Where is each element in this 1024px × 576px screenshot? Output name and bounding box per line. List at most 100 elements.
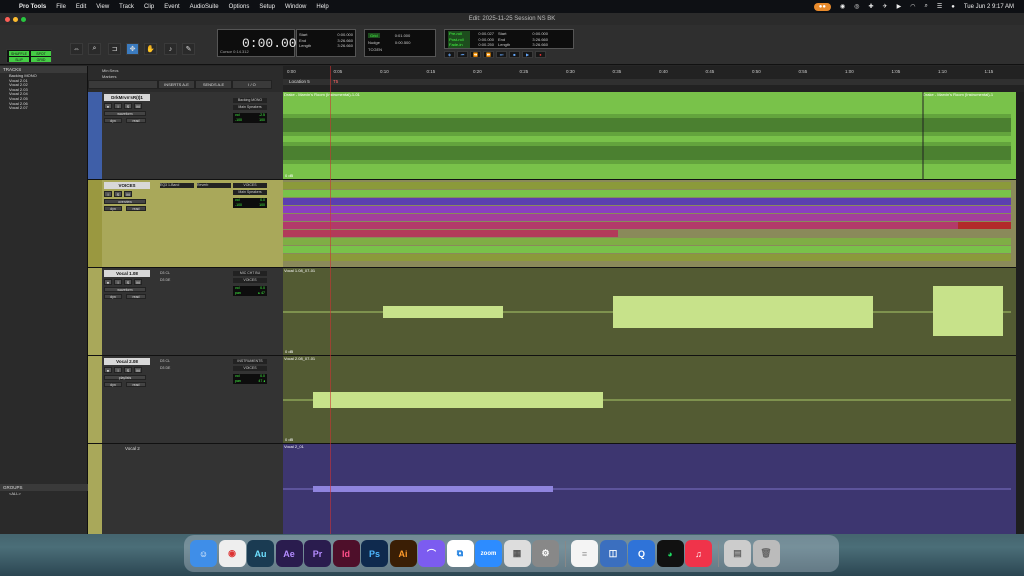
insert-slot[interactable]: D3 CL (160, 271, 194, 276)
slip-mode-button[interactable]: SLIP (9, 57, 29, 62)
input-selector[interactable]: INSTRUMENTS (233, 359, 267, 364)
tracks-panel-header[interactable]: TRACKS (0, 66, 87, 73)
play-icon[interactable]: ▶ (522, 51, 533, 58)
insert-slot[interactable]: D3 DE (160, 366, 194, 371)
pre-post-roll-display[interactable]: Pre-roll 0:00.027 Start 0:00.000 Post-roll 0… (444, 29, 574, 49)
selector-tool-icon[interactable]: ✥ (126, 43, 139, 55)
record-enable-button[interactable]: ● (104, 279, 112, 285)
track-name[interactable]: VOICES (104, 182, 150, 189)
launchpad-icon[interactable]: ▦ (503, 540, 531, 567)
record-icon[interactable]: ● (535, 51, 546, 58)
input-monitor-button[interactable]: I (114, 367, 122, 373)
grid-value[interactable]: 0:01.000 (395, 33, 411, 38)
vscode-icon[interactable]: ⧉ (446, 540, 474, 567)
volume-pan-display[interactable]: vol 0.0 pan 47 ◂ (233, 374, 267, 384)
menubar-clock[interactable]: Tue Jun 2 9:17 AM (964, 4, 1014, 10)
track-name[interactable]: Vocal 2 (125, 446, 140, 451)
pan-value[interactable]: ▸ 47 (258, 291, 265, 296)
online-icon[interactable]: ◈ (444, 51, 455, 58)
sends-column-header[interactable]: SENDS A-E (195, 80, 232, 89)
solo-button[interactable]: S (124, 279, 132, 285)
scrubber-tool-icon[interactable]: ♪ (164, 43, 177, 55)
input-monitor-button[interactable]: I (114, 279, 122, 285)
dyn-selector[interactable]: dyn (104, 382, 122, 387)
menu-clip[interactable]: Clip (144, 4, 154, 10)
status-icon[interactable]: ▶ (897, 3, 902, 10)
grabber-tool-icon[interactable]: ✋ (144, 43, 157, 55)
shuffle-mode-button[interactable]: SHUFFLE (9, 51, 29, 56)
status-icon[interactable]: ✈ (883, 3, 888, 10)
input-selector[interactable]: Backing MONO (233, 98, 267, 103)
menu-track[interactable]: Track (119, 4, 134, 10)
menu-window[interactable]: Window (285, 4, 306, 10)
status-icon[interactable]: ◎ (854, 3, 859, 10)
automation-mode-selector[interactable]: read (126, 206, 146, 211)
zoom-icon[interactable]: zoom (475, 540, 502, 567)
fadein-value[interactable]: 0:00.250 (470, 42, 498, 48)
length-value[interactable]: 3:26.660 (337, 43, 353, 49)
illustrator-icon[interactable]: Ai (389, 540, 417, 567)
track-name[interactable]: DrkMrvn'sR(I)1 (104, 94, 150, 101)
solo-button[interactable]: S (124, 367, 132, 373)
selection-display[interactable]: Start 0:00.000 End 3:26.660 Length 3:26.660 (296, 29, 356, 57)
main-counter[interactable]: 0:00.000 Cursor 0:14.312 (217, 29, 304, 57)
menu-options[interactable]: Options (229, 4, 250, 10)
grid-mode-button[interactable]: GRID (31, 57, 51, 62)
pan-left-value[interactable]: -100 (235, 118, 242, 123)
automation-mode-selector[interactable]: read (126, 294, 146, 299)
track-view-selector[interactable]: overview (104, 199, 146, 204)
end-icon[interactable]: ⏭ (496, 51, 507, 58)
audio-clip-vocal-208[interactable]: Vocal 2.08_07-01 0 dB (283, 356, 1024, 443)
playhead-cursor[interactable] (330, 66, 331, 534)
audio-clip-vocal-108[interactable]: Vocal 1.08_07-01 0 dB (283, 268, 1024, 355)
grid-nudge-display[interactable]: Grid 0:01.000 Nudge 0:00.500 TCGEN (364, 29, 436, 57)
music-icon[interactable]: ♫ (685, 540, 712, 567)
marker-ruler[interactable]: Location 5 T5 (283, 79, 1024, 85)
document-icon[interactable]: ▤ (724, 540, 751, 567)
menu-view[interactable]: View (96, 4, 109, 10)
preview-icon[interactable]: ◫ (599, 540, 627, 567)
stop-icon[interactable]: ■ (509, 51, 520, 58)
menu-event[interactable]: Event (164, 4, 179, 10)
input-selector[interactable]: VOICES (233, 183, 267, 188)
search-icon[interactable]: ⌕ (924, 3, 927, 10)
insert-slot[interactable]: D3 CL (160, 359, 194, 364)
audition-icon[interactable]: Au (247, 540, 274, 567)
spotify-icon[interactable]: ◕ (656, 540, 684, 567)
output-selector[interactable]: VOICES (233, 366, 267, 371)
after-effects-icon[interactable]: Ae (275, 540, 303, 567)
solo-button[interactable]: S (124, 103, 132, 109)
volume-pan-display[interactable]: vol 0.0 -100 100 (233, 198, 267, 208)
mute-button[interactable]: M (134, 279, 142, 285)
pan-left-value[interactable]: -100 (235, 203, 242, 208)
nudge-value[interactable]: 0:00.500 (395, 40, 411, 45)
pencil-tool-icon[interactable]: ✎ (182, 43, 195, 55)
menu-help[interactable]: Help (316, 4, 328, 10)
volume-pan-display[interactable]: vol -2.5 -100 100 (233, 113, 267, 123)
input-monitor-button[interactable]: I (104, 191, 112, 197)
insert-slot[interactable]: EQ3 1-Band (160, 183, 194, 188)
menu-setup[interactable]: Setup (259, 4, 275, 10)
vertical-scrollbar[interactable] (1016, 92, 1024, 534)
automation-mode-selector[interactable]: read (126, 118, 146, 123)
record-enable-button[interactable]: ● (104, 103, 112, 109)
track-view-selector[interactable]: waveform (104, 111, 146, 116)
pan-value[interactable]: 47 ◂ (258, 379, 265, 384)
clip-gain[interactable]: 0 dB (285, 349, 293, 354)
trash-icon[interactable]: 🗑 (752, 540, 780, 567)
send-slot[interactable]: Reverb (197, 183, 231, 188)
marker-location[interactable]: Location 5 (289, 79, 310, 84)
inserts-column-header[interactable]: INSERTS A-E (158, 80, 195, 89)
track-view-selector[interactable]: playlists (104, 375, 146, 380)
insert-slot[interactable]: D3 DE (160, 278, 194, 283)
io-column-header[interactable]: I / O (232, 80, 272, 89)
grid-button[interactable]: Grid (368, 33, 380, 38)
dyn-selector[interactable]: dyn (104, 118, 122, 123)
status-icon[interactable]: ✚ (869, 3, 874, 10)
track-list-item[interactable]: Vocal 2.07 (0, 105, 87, 110)
solo-button[interactable]: S (114, 191, 122, 197)
app-menu[interactable]: Pro Tools (19, 4, 46, 10)
pan-right-value[interactable]: 100 (259, 203, 265, 208)
output-selector[interactable]: VOICES (233, 278, 267, 283)
trim-tool-icon[interactable]: ⊐ (108, 43, 121, 55)
